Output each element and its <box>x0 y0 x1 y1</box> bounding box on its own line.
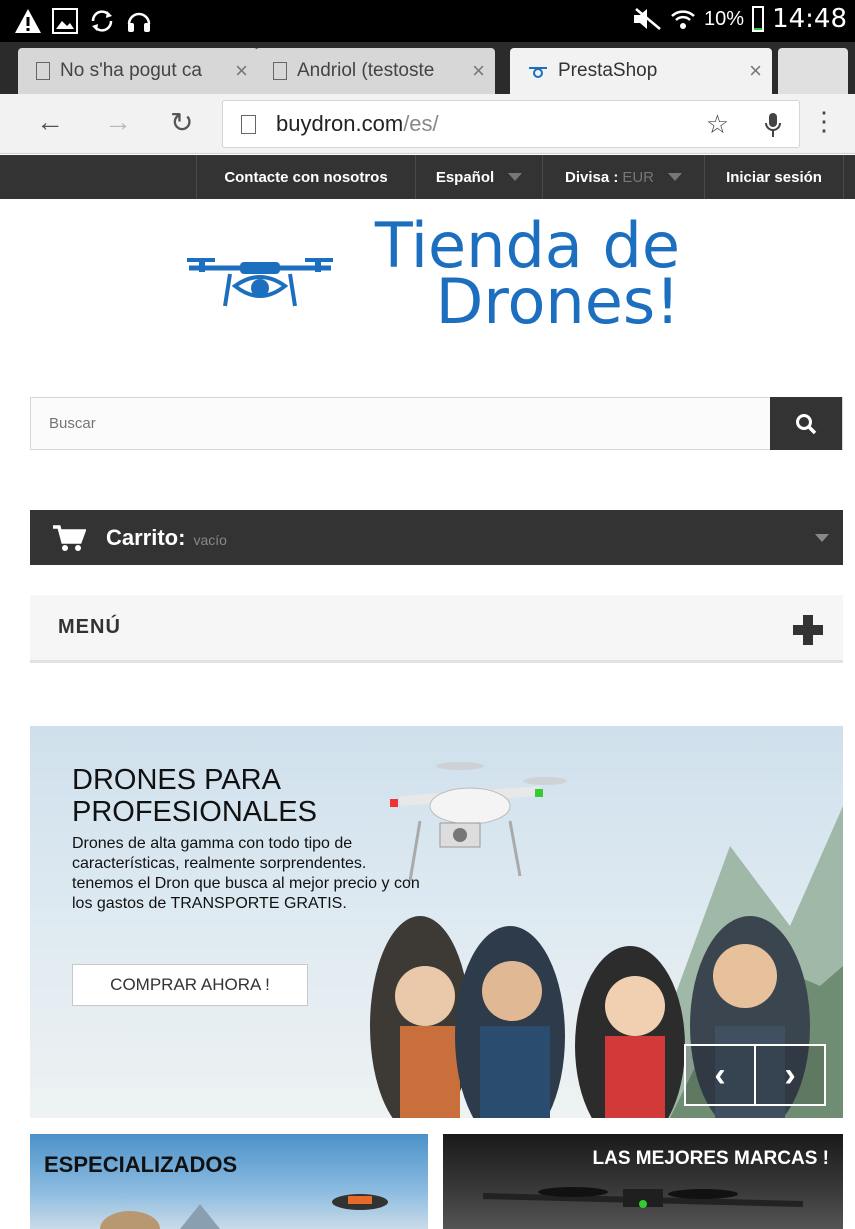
microphone-icon[interactable] <box>763 111 783 139</box>
back-arrow-icon[interactable]: ← <box>36 106 64 138</box>
drone-logo-icon <box>187 258 333 307</box>
page-icon <box>36 62 50 80</box>
buy-now-button[interactable]: COMPRAR AHORA ! <box>72 964 308 1006</box>
currency-label: Divisa : <box>564 168 619 186</box>
close-tab-icon[interactable]: × <box>741 58 762 84</box>
battery-percent: 10% <box>704 7 745 30</box>
cart-icon <box>53 524 86 551</box>
mute-icon <box>634 8 661 30</box>
tab-1[interactable]: No s'ha pogut ca × <box>18 48 258 94</box>
status-bar: 10% 14:48 <box>0 0 855 42</box>
chevron-right-icon[interactable]: › <box>754 1044 826 1106</box>
banner-left-image <box>100 1194 388 1229</box>
cart-label: Carrito: <box>106 524 186 550</box>
logo-line-2: Drones! <box>435 265 680 338</box>
sync-icon <box>91 10 113 32</box>
search-bar <box>30 397 843 450</box>
warning-icon <box>15 9 41 33</box>
close-tab-icon[interactable]: × <box>464 58 485 84</box>
hero-description: Drones de alta gamma con todo tipo de ca… <box>72 835 420 912</box>
clock: 14:48 <box>772 4 847 34</box>
gallery-icon <box>52 8 78 34</box>
menu-label: MENÚ <box>58 616 121 638</box>
new-tab-button[interactable] <box>778 48 848 94</box>
browser-toolbar: ← → ↻ buydron.com/es/ ☆ ⋮ <box>0 94 855 154</box>
banner-best-brands[interactable]: LAS MEJORES MARCAS ! <box>443 1134 843 1229</box>
headphones-icon <box>127 12 151 32</box>
tab-title: No s'ha pogut ca <box>60 60 202 81</box>
chevron-down-icon <box>668 173 683 181</box>
address-bar[interactable]: buydron.com/es/ ☆ <box>222 100 800 148</box>
menu-toggle[interactable]: MENÚ <box>30 595 843 663</box>
chevron-left-icon[interactable]: ‹ <box>684 1044 756 1106</box>
plus-icon <box>793 615 823 645</box>
tab-title: PrestaShop <box>558 60 658 81</box>
contact-link[interactable]: Contacte con nosotros <box>196 155 415 199</box>
currency-value: EUR <box>622 168 655 186</box>
browser-tab-strip: No s'ha pogut ca × Andriol (testoste × P… <box>0 42 855 94</box>
tab-2[interactable]: Andriol (testoste × <box>255 48 495 94</box>
status-icons-left <box>14 8 152 34</box>
chevron-down-icon <box>815 534 829 542</box>
currency-selector[interactable]: Divisa : EUR <box>542 155 704 199</box>
chevron-down-icon <box>508 173 523 181</box>
tab-title: Andriol (testoste <box>297 60 435 81</box>
login-link[interactable]: Iniciar sesión <box>704 155 844 199</box>
banner-right-title: LAS MEJORES MARCAS ! <box>592 1148 829 1169</box>
status-icons-right: 10% 14:48 <box>632 4 847 34</box>
wifi-icon <box>671 10 695 29</box>
page-icon <box>241 114 256 134</box>
cart-status: vacío <box>193 531 227 548</box>
language-label: Español <box>435 168 495 186</box>
banner-specialized[interactable]: ESPECIALIZADOS <box>30 1134 428 1229</box>
battery-icon <box>752 6 765 32</box>
url-domain: buydron.com <box>276 111 404 136</box>
logo-text: Tienda de Drones! <box>335 215 680 338</box>
drone-favicon-icon <box>529 67 547 78</box>
language-selector[interactable]: Español <box>415 155 542 199</box>
site-top-bar: Contacte con nosotros Español Divisa : E… <box>0 155 855 199</box>
banner-left-title: ESPECIALIZADOS <box>44 1152 238 1177</box>
search-button[interactable] <box>770 397 842 450</box>
login-label: Iniciar sesión <box>726 168 822 186</box>
search-icon <box>796 413 817 434</box>
close-tab-icon[interactable]: × <box>227 58 248 84</box>
search-input[interactable] <box>31 398 771 449</box>
reload-icon[interactable]: ↻ <box>170 106 193 139</box>
cart-dropdown[interactable]: Carrito: vacío <box>30 510 843 565</box>
contact-label: Contacte con nosotros <box>224 168 388 186</box>
url-path: /es/ <box>403 111 439 136</box>
star-icon[interactable]: ☆ <box>706 109 729 140</box>
page-icon <box>273 62 287 80</box>
hero-title: DRONES PARA PROFESIONALES <box>72 764 317 828</box>
overflow-menu-icon[interactable]: ⋮ <box>811 106 837 137</box>
forward-arrow-icon[interactable]: → <box>104 106 132 138</box>
tab-3-active[interactable]: PrestaShop × <box>510 48 772 94</box>
hero-slider: DRONES PARA PROFESIONALES Drones de alta… <box>30 726 843 1118</box>
site-logo[interactable]: Tienda de Drones! <box>185 215 705 338</box>
